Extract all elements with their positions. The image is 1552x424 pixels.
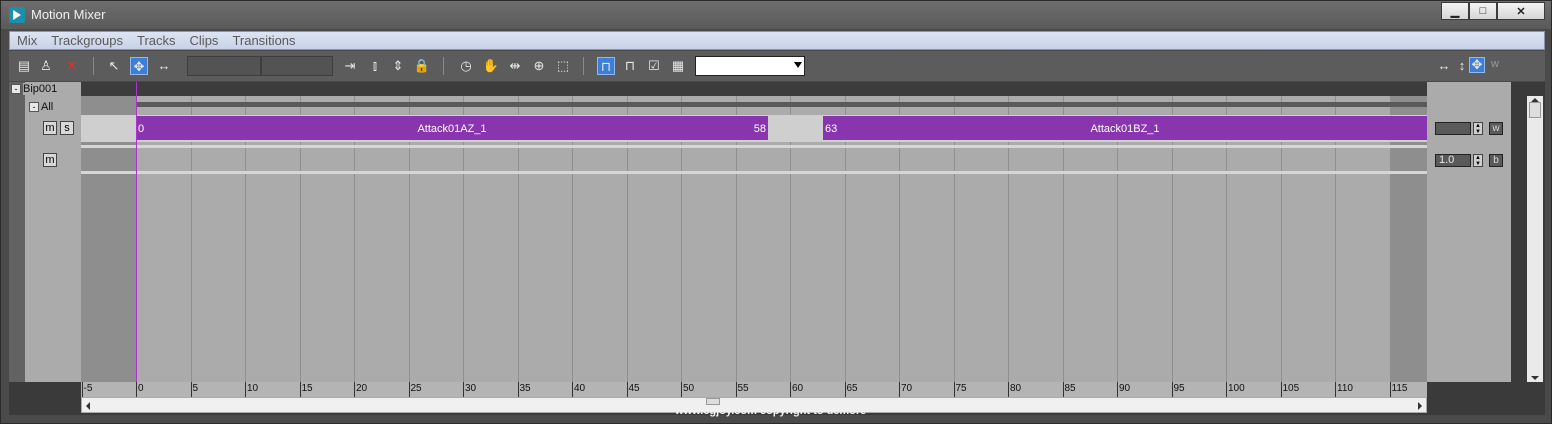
menu-trackgroups[interactable]: Trackgroups xyxy=(44,33,130,48)
horizontal-scroll-thumb[interactable] xyxy=(706,398,720,405)
fit-vertical-icon[interactable]: ⇕ xyxy=(389,57,407,75)
motion-mixer-window: Motion Mixer ▁ □ ✕ Mix Trackgroups Track… xyxy=(0,0,1552,424)
ruler-label: 80 xyxy=(1010,383,1022,394)
maximize-button[interactable]: □ xyxy=(1469,2,1497,20)
time-slider-playhead[interactable] xyxy=(136,82,137,382)
b-button[interactable]: b xyxy=(1489,154,1503,167)
weight-spinner[interactable] xyxy=(1435,122,1471,135)
close-button[interactable]: ✕ xyxy=(1497,2,1545,20)
mix-dropdown[interactable] xyxy=(695,56,805,76)
clip-attack01az[interactable]: 0 Attack01AZ_1 58 xyxy=(136,116,768,140)
ruler-label: 30 xyxy=(465,383,477,394)
fit-range-icon[interactable]: ↔ xyxy=(155,57,173,75)
ruler-label: 5 xyxy=(192,383,199,394)
end-field[interactable] xyxy=(261,56,333,76)
toggle-checkbox-icon[interactable]: ☑ xyxy=(645,57,663,75)
clock-icon[interactable]: ◷ xyxy=(457,57,475,75)
menu-tracks[interactable]: Tracks xyxy=(130,33,183,48)
start-field[interactable] xyxy=(187,56,261,76)
ruler-label: 10 xyxy=(247,383,259,394)
menu-mix[interactable]: Mix xyxy=(10,33,44,48)
weight-label: w xyxy=(1491,58,1499,70)
menu-transitions[interactable]: Transitions xyxy=(225,33,302,48)
mixer-area: - Bip001 - All m s m 0 Attack01AZ_1 58 6… xyxy=(9,82,1545,415)
ruler-label: 70 xyxy=(901,383,913,394)
ruler-label: 15 xyxy=(301,383,313,394)
solo-button[interactable]: s xyxy=(60,121,74,135)
ruler-label: 110 xyxy=(1337,383,1353,394)
vertical-scroll-thumb[interactable] xyxy=(1529,102,1541,118)
minimize-button[interactable]: ▁ xyxy=(1441,2,1469,20)
ruler-label: 40 xyxy=(574,383,586,394)
ruler-label: 35 xyxy=(519,383,531,394)
move-small-icon[interactable]: ✥ xyxy=(1469,57,1485,73)
track-weight-panel: ▲ ▼ w 1.0 ▲ ▼ b xyxy=(1427,82,1511,382)
collapse-biped-button[interactable]: - xyxy=(11,84,21,94)
scale-spinner-arrows[interactable]: ▲ ▼ xyxy=(1473,154,1483,167)
mixdown-icon[interactable]: ▦ xyxy=(669,57,687,75)
ruler-label: -5 xyxy=(83,383,93,394)
timeline[interactable]: 0 Attack01AZ_1 58 63 Attack01BZ_1 xyxy=(81,82,1427,382)
snap-frames-icon[interactable]: ⊓ xyxy=(597,57,615,75)
ruler-label: 55 xyxy=(737,383,749,394)
zoom-region-icon[interactable]: ⬚ xyxy=(554,57,572,75)
chevron-down-icon xyxy=(794,62,802,68)
ruler-label: 75 xyxy=(955,383,967,394)
ruler-label: 0 xyxy=(138,383,144,394)
ruler-label: 90 xyxy=(1119,383,1131,394)
ruler-label: 85 xyxy=(1064,383,1076,394)
pan-hand-icon[interactable]: ✋ xyxy=(482,57,500,75)
menu-clips[interactable]: Clips xyxy=(183,33,226,48)
set-range-icon[interactable]: ⇥ xyxy=(341,57,359,75)
biped-label: Bip001 xyxy=(23,83,72,95)
ruler-label: 100 xyxy=(1228,383,1245,394)
snap-clips-icon[interactable]: ⊓ xyxy=(621,57,639,75)
scroll-left-icon[interactable] xyxy=(86,402,90,410)
add-biped-icon[interactable]: ♙ xyxy=(37,57,55,75)
track-list-panel: - Bip001 - All m s m xyxy=(9,82,81,382)
frame-ruler[interactable]: -5 0 5 10 15 20 25 30 35 40 45 50 55 60 65 70 75 80 85 90 95… xyxy=(81,382,1427,397)
collapse-group-button[interactable]: - xyxy=(29,102,39,112)
clip-attack01bz[interactable]: 63 Attack01BZ_1 xyxy=(823,116,1427,140)
ruler-label: 50 xyxy=(683,383,695,394)
zoom-icon[interactable]: ⊕ xyxy=(530,57,548,75)
ruler-label: 60 xyxy=(792,383,804,394)
delete-icon[interactable]: ✕ xyxy=(63,57,81,75)
ruler-label: 65 xyxy=(846,383,858,394)
ruler-label: 115 xyxy=(1391,383,1408,394)
scale-spinner[interactable]: 1.0 xyxy=(1435,154,1471,167)
select-arrow-icon[interactable]: ↖ xyxy=(105,57,123,75)
title-bar: Motion Mixer ▁ □ ✕ xyxy=(1,1,1551,29)
app-logo-icon xyxy=(9,7,25,23)
menu-bar: Mix Trackgroups Tracks Clips Transitions xyxy=(9,31,1545,50)
trackgroup-band xyxy=(136,102,1427,107)
window-title: Motion Mixer xyxy=(31,7,106,22)
watermark: www.cgjoy.com copyright to ucmore xyxy=(675,405,867,417)
weight-button[interactable]: w xyxy=(1489,122,1503,135)
new-trackgroup-icon[interactable]: ▤ xyxy=(15,57,33,75)
ruler-label: 20 xyxy=(356,383,368,394)
ruler-label: 25 xyxy=(410,383,422,394)
trackgroup-label: All xyxy=(41,101,54,113)
ruler-label: 95 xyxy=(1173,383,1185,394)
mute-button[interactable]: m xyxy=(43,121,57,135)
toolbar: ▤ ♙ ✕ ↖ ✥ ↔ ⇥ ⫾ ⇕ 🔒 ◷ ✋ ⇹ ⊕ ⬚ ⊓ ⊓ ☑ ▦ ↔ … xyxy=(9,51,1545,81)
move-tool-icon[interactable]: ✥ xyxy=(130,57,148,75)
mute-button-2[interactable]: m xyxy=(43,153,57,167)
vertical-scrollbar[interactable] xyxy=(1527,96,1543,382)
scroll-down-icon[interactable] xyxy=(1531,376,1539,380)
ruler-label: 105 xyxy=(1282,383,1300,394)
window-controls: ▁ □ ✕ xyxy=(1441,2,1545,20)
scroll-right-icon[interactable] xyxy=(1418,402,1422,410)
ruler-label: 45 xyxy=(628,383,640,394)
lock-icon[interactable]: 🔒 xyxy=(413,57,431,75)
horizontal-arrows-icon[interactable]: ↔ xyxy=(1435,57,1453,75)
range-bars-icon[interactable]: ⫾ xyxy=(366,57,384,75)
zoom-extents-icon[interactable]: ⇹ xyxy=(506,57,524,75)
weight-spinner-arrows[interactable]: ▲ ▼ xyxy=(1473,122,1483,135)
